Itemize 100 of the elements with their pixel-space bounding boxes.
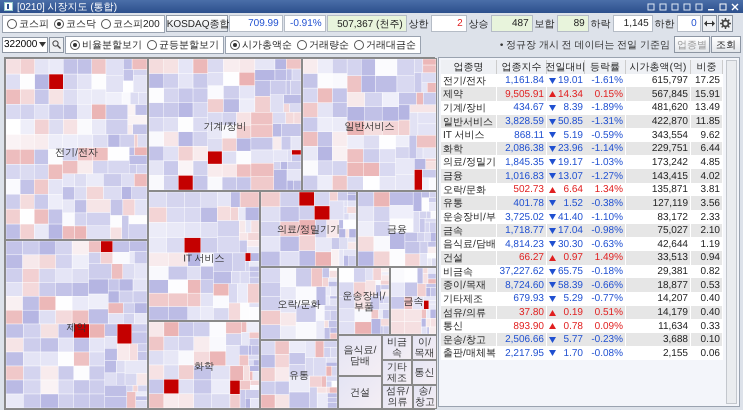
sector-tile[interactable]: 유통 xyxy=(260,340,338,409)
market-radio[interactable]: 코스닥 xyxy=(54,16,96,30)
change-value: 1.52 xyxy=(564,198,583,209)
view-mode-radio[interactable]: 균등분할보기 xyxy=(147,38,219,52)
query-button[interactable]: 조회 xyxy=(711,36,741,53)
window-icon xyxy=(4,2,13,11)
maximize-icon[interactable] xyxy=(719,2,727,10)
column-header[interactable]: 전일대비 xyxy=(547,60,585,75)
search-icon xyxy=(52,40,61,49)
change-value: 13.07 xyxy=(558,170,583,182)
change-value: 0.78 xyxy=(564,320,583,332)
change-value: 0.97 xyxy=(564,252,583,264)
column-header[interactable]: 업종명 xyxy=(441,60,497,75)
sector-tile[interactable]: 전기/전자 xyxy=(5,58,148,240)
stat-label: 상승 xyxy=(468,18,490,30)
code-field[interactable]: 322000 xyxy=(2,36,48,52)
sector-label: 건설 xyxy=(350,388,370,399)
sector-tile[interactable]: 기타제조 xyxy=(382,360,412,385)
sector-label: 일반서비스 xyxy=(344,122,394,133)
market-radio[interactable]: 코스피200 xyxy=(101,16,160,30)
stat-label: 보합 xyxy=(534,18,556,30)
sector-label: 운송장비/부품 xyxy=(342,291,386,314)
change-value: 1.70 xyxy=(564,348,583,359)
change-value: 14.34 xyxy=(558,88,583,100)
sector-label: 금융 xyxy=(387,224,407,236)
sector-label: 통신 xyxy=(414,367,434,378)
sector-tile[interactable]: 화학 xyxy=(148,321,260,409)
change-value: 30.30 xyxy=(558,238,583,250)
change-value: 0.19 xyxy=(564,307,583,318)
change-value: 23.96 xyxy=(558,143,583,154)
sector-tile[interactable]: 음식료/담배 xyxy=(338,335,382,376)
change-value: 5.29 xyxy=(564,293,583,304)
sector-label: 기타제조 xyxy=(386,362,408,384)
rate-cell: -0.08% xyxy=(585,346,626,360)
sector-label: 유통 xyxy=(289,370,309,382)
notice-text: • 정규장 개시 전 데이터는 전일 기준임 xyxy=(500,38,670,52)
settings-button[interactable] xyxy=(718,15,733,32)
scrollbar[interactable] xyxy=(726,60,737,404)
change-value: 50.85 xyxy=(558,116,583,128)
volume-value: 507,367 (천주) xyxy=(326,15,407,32)
sector-tile[interactable]: 오락/문화 xyxy=(260,267,338,340)
swap-button[interactable] xyxy=(702,15,717,32)
index-button[interactable]: KOSDAQ종합 xyxy=(166,15,228,32)
change-value: 19.01 xyxy=(558,75,583,86)
sector-name-cell: 출판/매체복 xyxy=(441,346,497,360)
dropdown-icon[interactable] xyxy=(39,42,46,47)
change-value: 5.19 xyxy=(564,130,583,141)
sector-tile[interactable]: 금융 xyxy=(357,191,437,267)
market-radio[interactable]: 코스피 xyxy=(7,16,49,30)
stat-value: 487 xyxy=(490,15,533,32)
change-value: 58.39 xyxy=(558,280,583,291)
column-header[interactable]: 등락률 xyxy=(585,60,626,75)
stat-label: 하락 xyxy=(590,18,612,30)
close-icon[interactable] xyxy=(731,2,739,10)
sector-tile[interactable]: 금속 xyxy=(390,267,437,335)
change-value: 65.75 xyxy=(558,266,583,278)
sector-label: 음식료/담배 xyxy=(342,345,378,368)
sector-label: IT 서비스 xyxy=(183,253,225,264)
sector-label: 오락/문화 xyxy=(278,299,320,310)
weight-cell: 0.06 xyxy=(691,346,723,360)
sector-label: 전기/전자 xyxy=(55,147,98,158)
index-cell: 2,217.95 xyxy=(497,346,547,360)
search-button[interactable] xyxy=(49,36,64,52)
sector-label: 화학 xyxy=(194,361,214,372)
column-header[interactable]: 비중 xyxy=(691,60,723,75)
sector-tile[interactable]: 비금속 xyxy=(382,335,412,360)
sector-tile[interactable]: 일반서비스 xyxy=(302,58,437,191)
change-value: 19.17 xyxy=(558,156,583,168)
stat-value: 0 xyxy=(676,15,701,32)
sector-tile[interactable]: 운송장비/부품 xyxy=(338,267,390,335)
index-value: 709.99 xyxy=(228,15,283,32)
sector-tile[interactable]: 의료/정밀기기 xyxy=(260,191,357,267)
column-header[interactable]: 시가총액(억) xyxy=(626,60,691,75)
heatmap-tiles-drawing xyxy=(339,268,389,334)
change-value: 6.64 xyxy=(564,184,583,196)
heatmap-tiles-drawing xyxy=(391,268,436,334)
column-header[interactable]: 업종지수 xyxy=(497,60,547,75)
change-value: 8.39 xyxy=(564,102,583,114)
stat-label: 상한 xyxy=(408,18,430,30)
sector-tile[interactable]: IT 서비스 xyxy=(148,191,260,321)
sector-label: 의료/정밀기기 xyxy=(277,224,340,236)
sector-label: 비금속 xyxy=(386,336,408,359)
sector-tile[interactable]: 기계/장비 xyxy=(148,58,302,191)
sector-label: 기계/장비 xyxy=(204,122,246,133)
view-mode-radio[interactable]: 비율분할보기 xyxy=(70,38,142,52)
sort-mode-radio[interactable]: 거래대금순 xyxy=(354,38,416,52)
swap-icon xyxy=(704,20,715,27)
stat-value: 2 xyxy=(430,15,467,32)
sector-tile[interactable]: 통신 xyxy=(412,360,437,385)
change-value: 41.40 xyxy=(558,212,583,223)
sort-mode-radio[interactable]: 거래량순 xyxy=(297,38,349,52)
index-rate: -0.91% xyxy=(284,15,326,32)
change-value: 17.04 xyxy=(558,225,583,236)
stat-label: 하한 xyxy=(654,18,676,30)
window-title: [0210] 시장지도 (통합) xyxy=(17,0,118,14)
sector-tile[interactable]: 건설 xyxy=(338,376,382,409)
sort-mode-radio[interactable]: 시가총액순 xyxy=(230,38,292,52)
sector-label: 금속 xyxy=(404,296,424,308)
stat-value: 1,145 xyxy=(612,15,653,32)
change-value: 5.77 xyxy=(564,334,583,346)
